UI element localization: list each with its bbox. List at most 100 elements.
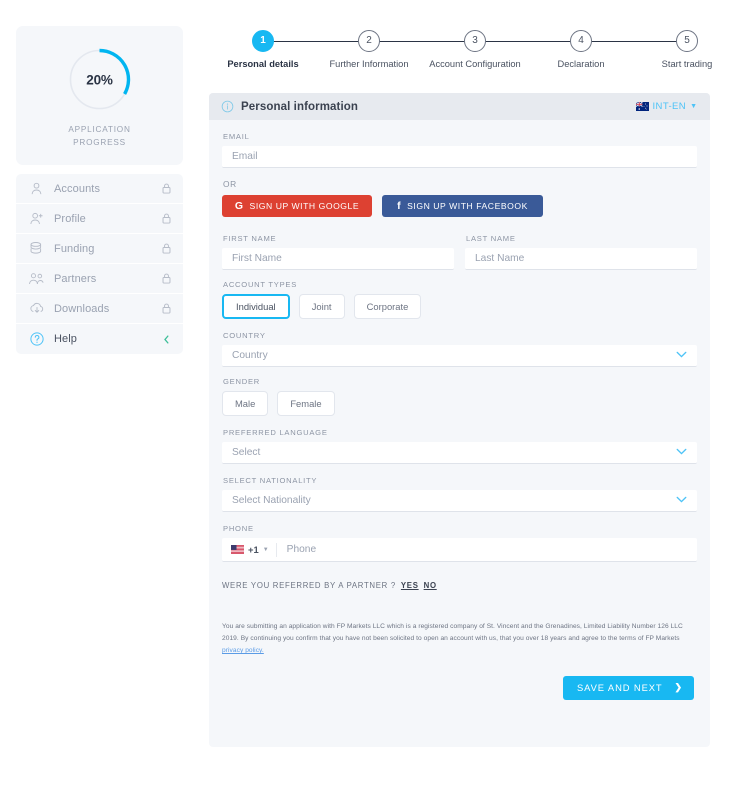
gender-options: Male Female (222, 391, 697, 416)
sidebar-item-label: Funding (54, 242, 95, 255)
lock-icon (160, 272, 172, 286)
country-select[interactable]: Country (222, 345, 697, 367)
gender-label: GENDER (223, 377, 260, 386)
progress-ring: 20% (68, 48, 131, 111)
preferred-language-label: PREFERRED LANGUAGE (223, 428, 328, 437)
step-number: 4 (570, 30, 592, 52)
lock-icon (160, 302, 172, 316)
stepper-step-2[interactable]: 2 Further Information (316, 28, 422, 69)
save-and-next-button[interactable]: SAVE AND NEXT ❯ (563, 675, 694, 700)
signup-facebook-button[interactable]: f SIGN UP WITH FACEBOOK (382, 195, 543, 217)
gender-female[interactable]: Female (277, 391, 335, 416)
sidebar-item-label: Help (54, 333, 78, 346)
panel-header: Personal information INT-EN ▼ (209, 93, 710, 120)
disclaimer-body: You are submitting an application with F… (222, 623, 683, 643)
email-input[interactable]: Email (222, 146, 697, 168)
step-label: Account Configuration (429, 59, 521, 69)
step-number: 5 (676, 30, 698, 52)
stepper-step-3[interactable]: 3 Account Configuration (422, 28, 528, 69)
save-and-next-label: SAVE AND NEXT (577, 682, 663, 694)
chevron-down-icon (676, 350, 687, 361)
lock-icon (160, 182, 172, 196)
sidebar-item-label: Downloads (54, 302, 110, 315)
nationality-placeholder: Select Nationality (232, 495, 311, 506)
sidebar: 20% APPLICATION PROGRESS Accounts Profil… (16, 26, 183, 355)
preferred-language-placeholder: Select (232, 447, 261, 458)
language-picker[interactable]: INT-EN ▼ (635, 101, 697, 112)
referral-question-row: WERE YOU REFERRED BY A PARTNER ? YES NO (222, 581, 697, 590)
step-label: Declaration (557, 59, 605, 69)
first-name-input[interactable]: First Name (222, 248, 454, 270)
cloud-download-icon (28, 300, 45, 317)
sidebar-item-partners[interactable]: Partners (16, 264, 183, 295)
referral-question: WERE YOU REFERRED BY A PARTNER ? (222, 581, 396, 590)
chevron-down-icon: ▼ (262, 546, 269, 553)
facebook-icon: f (397, 200, 402, 212)
nationality-select[interactable]: Select Nationality (222, 490, 697, 512)
gender-male[interactable]: Male (222, 391, 269, 416)
chevron-left-icon[interactable] (160, 332, 172, 346)
signup-facebook-label: SIGN UP WITH FACEBOOK (407, 201, 528, 211)
account-type-joint[interactable]: Joint (298, 294, 345, 319)
nationality-label: SELECT NATIONALITY (223, 476, 318, 485)
phone-input[interactable]: +1 ▼ Phone (222, 538, 697, 562)
referral-yes[interactable]: YES (401, 581, 419, 590)
account-type-individual[interactable]: Individual (222, 294, 290, 319)
privacy-policy-link[interactable]: privacy policy. (222, 647, 264, 654)
email-group: EMAIL Email (222, 132, 697, 168)
google-icon: G (234, 200, 244, 212)
chevron-down-icon (676, 495, 687, 506)
phone-group: PHONE +1 ▼ Phone (222, 524, 697, 562)
sidebar-item-label: Partners (54, 272, 97, 285)
lock-icon (160, 242, 172, 256)
sidebar-item-help[interactable]: Help (16, 324, 183, 355)
progress-caption: APPLICATION PROGRESS (26, 124, 173, 149)
step-label: Start trading (661, 59, 713, 69)
country-group: COUNTRY Country (222, 331, 697, 367)
preferred-language-select[interactable]: Select (222, 442, 697, 464)
nationality-group: SELECT NATIONALITY Select Nationality (222, 476, 697, 512)
sidebar-item-downloads[interactable]: Downloads (16, 294, 183, 325)
stepper-step-1[interactable]: 1 Personal details (210, 28, 316, 69)
signup-page: 20% APPLICATION PROGRESS Accounts Profil… (0, 0, 751, 788)
country-label: COUNTRY (223, 331, 266, 340)
sidebar-item-funding[interactable]: Funding (16, 234, 183, 265)
account-types-group: ACCOUNT TYPES Individual Joint Corporate (222, 280, 697, 319)
usa-flag-icon (231, 545, 244, 554)
form-actions: SAVE AND NEXT ❯ (222, 675, 697, 700)
country-code-selector[interactable]: +1 ▼ (222, 544, 276, 555)
email-placeholder: Email (232, 151, 258, 162)
chevron-down-icon (676, 447, 687, 458)
sidebar-item-profile[interactable]: Profile (16, 204, 183, 235)
panel-body: EMAIL Email OR G SIGN UP WITH GOOGLE f S… (209, 120, 710, 700)
signup-google-button[interactable]: G SIGN UP WITH GOOGLE (222, 195, 372, 217)
referral-no[interactable]: NO (424, 581, 437, 590)
stepper-step-4[interactable]: 4 Declaration (528, 28, 634, 69)
preferred-language-group: PREFERRED LANGUAGE Select (222, 428, 697, 464)
stepper-step-5[interactable]: 5 Start trading (634, 28, 740, 69)
application-progress-card: 20% APPLICATION PROGRESS (16, 26, 183, 166)
social-signup-row: G SIGN UP WITH GOOGLE f SIGN UP WITH FAC… (222, 195, 697, 217)
name-row: FIRST NAME First Name LAST NAME Last Nam… (222, 234, 697, 270)
phone-label: PHONE (223, 524, 254, 533)
progress-percent: 20% (86, 72, 113, 87)
account-type-corporate[interactable]: Corporate (353, 294, 422, 319)
step-label: Further Information (329, 59, 409, 69)
language-code: INT-EN (652, 101, 687, 112)
australia-flag-icon (635, 102, 649, 111)
first-name-placeholder: First Name (232, 253, 282, 264)
step-number: 3 (464, 30, 486, 52)
panel-title: Personal information (241, 100, 359, 113)
last-name-input[interactable]: Last Name (465, 248, 697, 270)
country-placeholder: Country (232, 350, 268, 361)
first-name-label: FIRST NAME (223, 234, 277, 243)
email-label: EMAIL (223, 132, 250, 141)
progress-caption-line1: APPLICATION (68, 125, 131, 134)
coins-stack-icon (28, 240, 45, 257)
info-circle-icon (221, 100, 234, 113)
disclaimer-text: You are submitting an application with F… (222, 621, 694, 658)
person-icon (28, 180, 45, 197)
help-circle-icon (28, 331, 45, 348)
sidebar-item-accounts[interactable]: Accounts (16, 174, 183, 205)
phone-placeholder: Phone (286, 544, 317, 555)
